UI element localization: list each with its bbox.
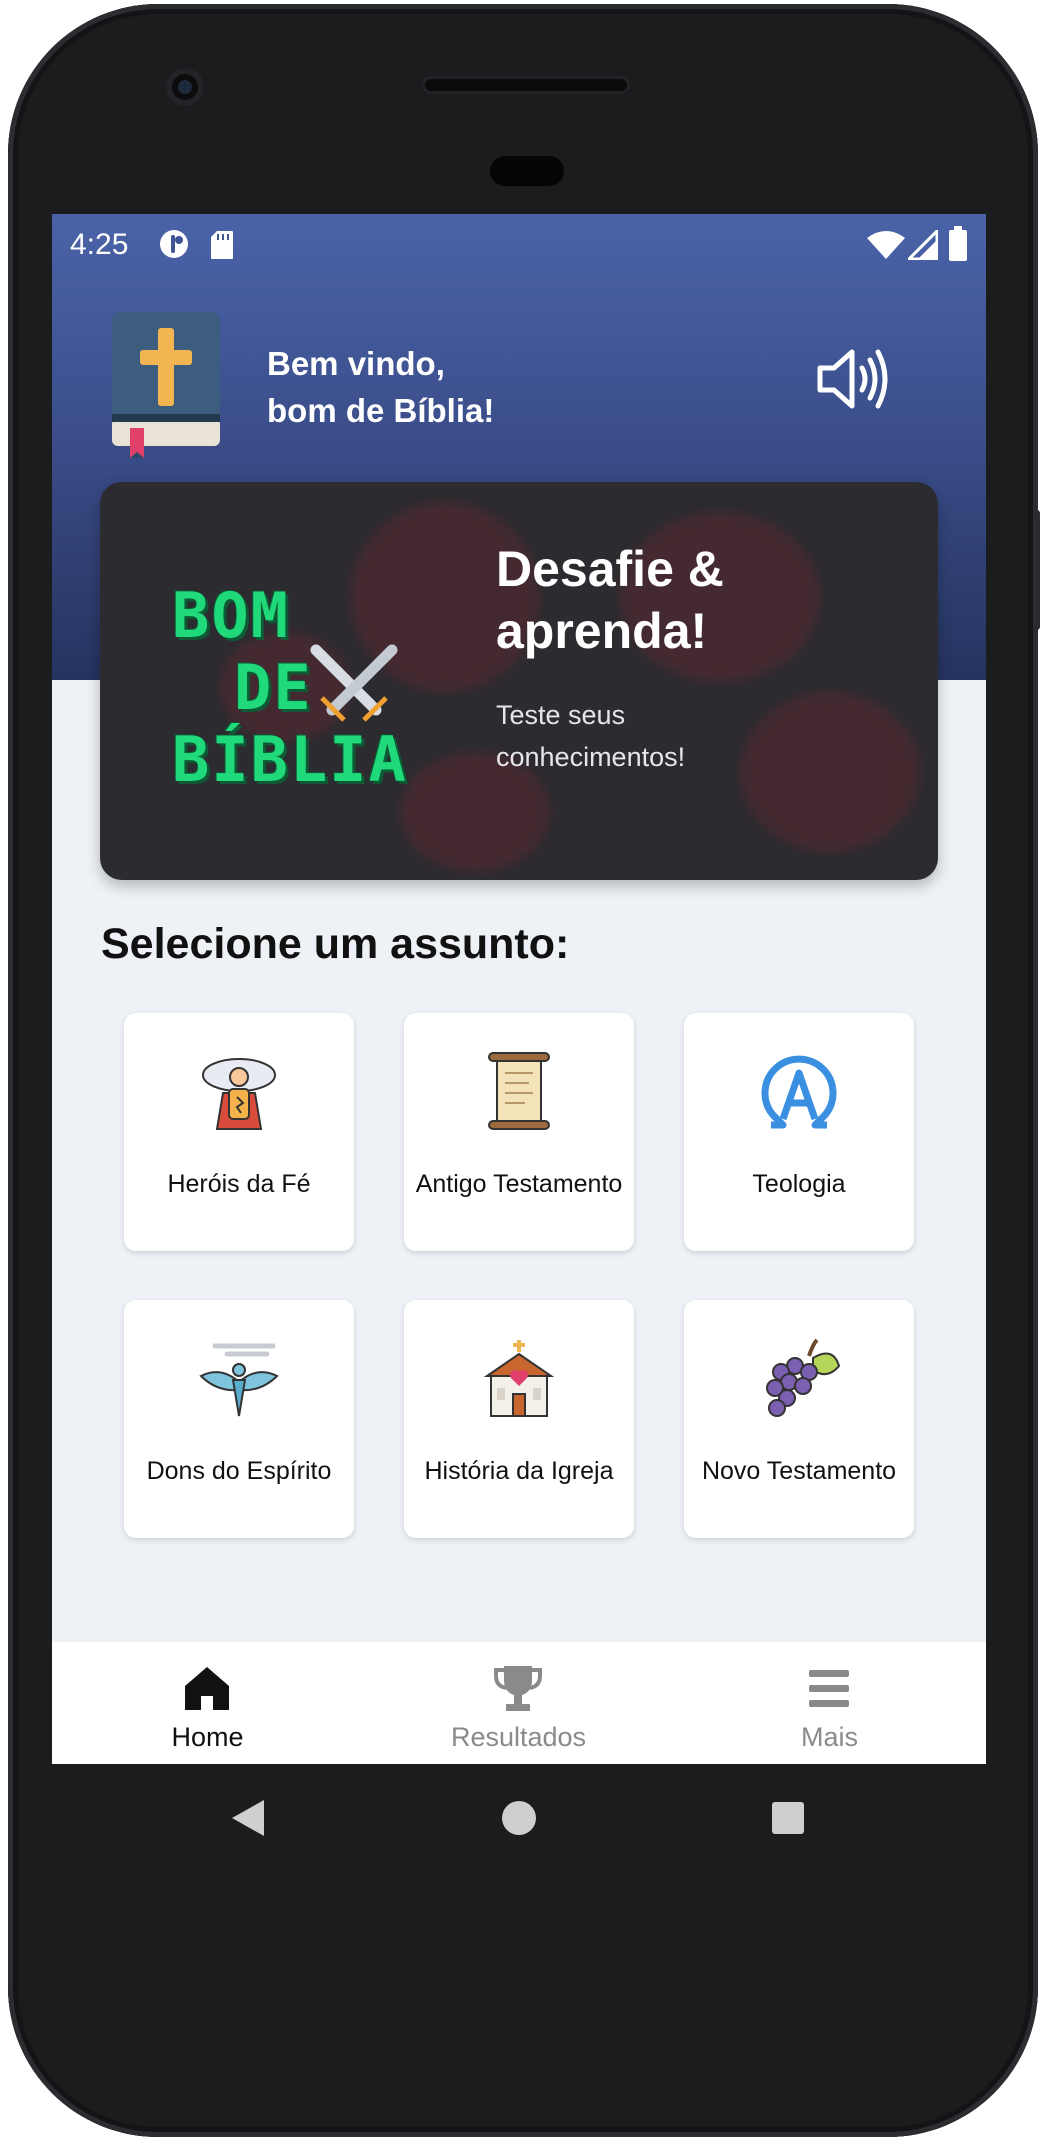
- topic-card-herois-da-fe[interactable]: Heróis da Fé: [124, 1013, 354, 1251]
- back-icon[interactable]: [230, 1798, 266, 1838]
- front-camera: [166, 68, 204, 106]
- topic-label: História da Igreja: [424, 1457, 614, 1485]
- topic-label: Dons do Espírito: [146, 1457, 332, 1485]
- home-icon: [185, 1667, 229, 1710]
- welcome-line-1: Bem vindo,: [267, 345, 445, 382]
- welcome-text: Bem vindo, bom de Bíblia!: [267, 340, 494, 434]
- nav-label: Mais: [800, 1722, 858, 1752]
- nav-label: Resultados: [450, 1722, 587, 1752]
- scroll-icon: [488, 1052, 550, 1130]
- nav-home[interactable]: Home: [52, 1642, 363, 1764]
- topic-card-novo-testamento[interactable]: Novo Testamento: [684, 1300, 914, 1538]
- topic-label: Antigo Testamento: [415, 1170, 623, 1198]
- app-screen: 4:25 Bem vindo, bom de Bíblia! BOM DE BÍ…: [52, 214, 986, 1764]
- trophy-icon: [494, 1666, 542, 1711]
- nav-resultados[interactable]: Resultados: [363, 1642, 674, 1764]
- status-bar: 4:25: [52, 214, 986, 274]
- grapes-icon: [766, 1338, 841, 1417]
- topic-card-teologia[interactable]: Teologia: [684, 1013, 914, 1251]
- speaker-grille: [422, 76, 630, 94]
- proximity-sensor: [490, 156, 564, 186]
- battery-icon: [949, 226, 967, 261]
- topic-card-antigo-testamento[interactable]: Antigo Testamento: [404, 1013, 634, 1251]
- status-time: 4:25: [70, 228, 129, 261]
- church-icon: [483, 1340, 555, 1417]
- system-navigation-bar: [52, 1764, 986, 1874]
- bottom-navigation: Home Resultados Mais: [52, 1642, 986, 1764]
- alpha-omega-icon: [761, 1055, 837, 1129]
- recents-icon[interactable]: [771, 1801, 805, 1835]
- topic-label: Novo Testamento: [701, 1457, 897, 1485]
- challenge-banner[interactable]: BOM DE BÍBLIA Desafie & aprenda! Teste s…: [100, 482, 938, 880]
- home-circle-icon[interactable]: [501, 1800, 537, 1836]
- topic-card-dons-do-espirito[interactable]: Dons do Espírito: [124, 1300, 354, 1538]
- topic-label: Heróis da Fé: [167, 1170, 311, 1198]
- banner-subtitle: Teste seus conhecimentos!: [496, 700, 686, 772]
- section-title: Selecione um assunto:: [101, 920, 570, 968]
- nav-mais[interactable]: Mais: [674, 1642, 985, 1764]
- hero-icon: [202, 1058, 276, 1130]
- welcome-line-2: bom de Bíblia!: [267, 392, 495, 429]
- banner-title: Desafie & aprenda!: [496, 541, 724, 659]
- bible-icon: [112, 312, 220, 458]
- nav-label: Home: [171, 1722, 244, 1752]
- app-header: Bem vindo, bom de Bíblia!: [52, 304, 986, 464]
- crossed-swords-icon: [310, 644, 398, 722]
- power-button: [1034, 510, 1040, 630]
- signal-icon: [908, 230, 938, 260]
- sd-card-icon: [211, 231, 233, 259]
- topic-label: Teologia: [752, 1170, 846, 1198]
- wifi-icon: [867, 231, 905, 259]
- topic-card-historia-da-igreja[interactable]: História da Igreja: [404, 1300, 634, 1538]
- notification-icon: [160, 230, 188, 258]
- speaker-icon[interactable]: [812, 344, 892, 414]
- dove-icon: [199, 1343, 279, 1417]
- menu-icon: [809, 1670, 849, 1707]
